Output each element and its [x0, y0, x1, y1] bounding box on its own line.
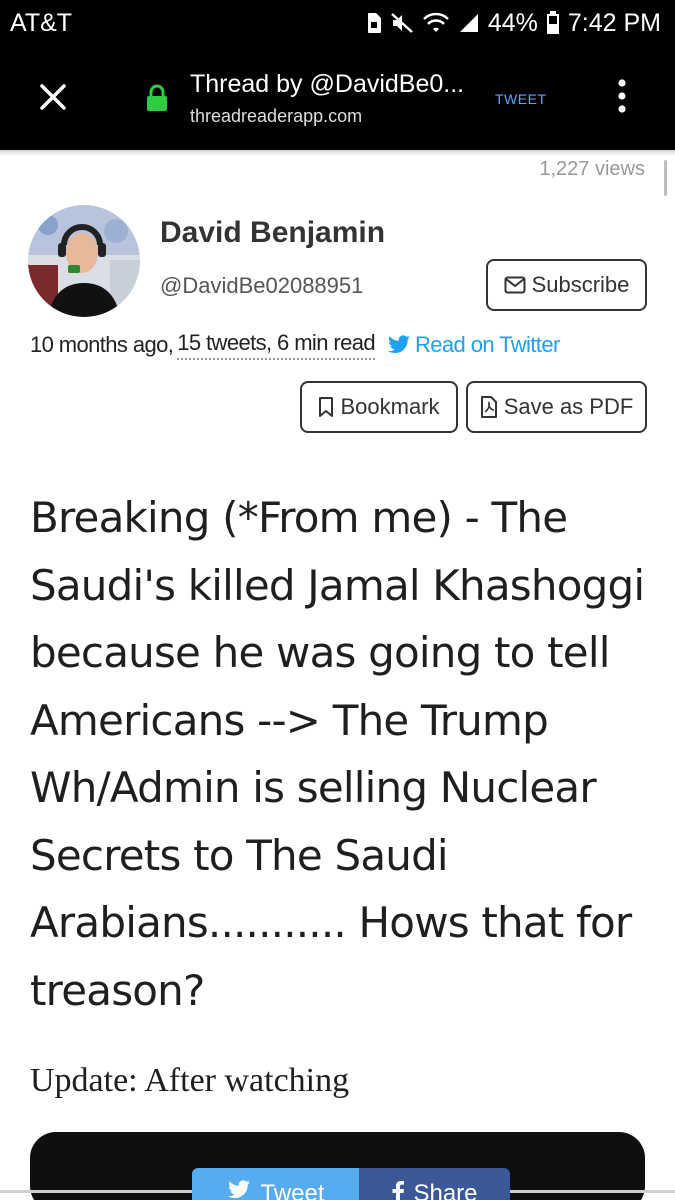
avatar[interactable] — [28, 205, 140, 317]
wifi-icon — [422, 12, 450, 34]
bookmark-label: Bookmark — [340, 394, 440, 419]
save-as-pdf-label: Save as PDF — [503, 394, 634, 419]
twitter-bird-icon — [228, 1180, 251, 1199]
bookmark-icon — [319, 397, 334, 417]
thread-stats: 15 tweets, 6 min read — [177, 330, 376, 360]
mute-icon — [390, 12, 414, 34]
share-facebook-button[interactable]: Share — [359, 1168, 510, 1200]
read-on-twitter-link[interactable]: Read on Twitter — [387, 332, 560, 358]
overflow-menu-button[interactable] — [610, 76, 634, 116]
signal-icon — [458, 12, 480, 34]
read-on-twitter-label: Read on Twitter — [415, 332, 560, 357]
tweet-update: Update: After watching — [30, 1062, 350, 1099]
thread-meta: 10 months ago, 15 tweets, 6 min read Rea… — [30, 330, 560, 360]
more-vertical-icon — [618, 79, 626, 113]
save-as-pdf-button[interactable]: Save as PDF — [466, 381, 647, 433]
sim-icon — [366, 12, 382, 34]
status-bar: AT&T 44% 7:42 PM — [0, 0, 675, 46]
battery-percent: 44% — [487, 8, 538, 37]
page-url[interactable]: threadreaderapp.com — [190, 106, 362, 127]
close-icon — [40, 84, 66, 110]
share-tweet-button[interactable]: Tweet — [192, 1168, 359, 1200]
view-count: 1,227 views — [539, 158, 645, 180]
author-handle[interactable]: @DavidBe02088951 — [160, 273, 363, 299]
clock: 7:42 PM — [567, 8, 661, 37]
lock-icon — [146, 84, 168, 117]
subscribe-label: Subscribe — [531, 272, 630, 297]
pdf-file-icon — [480, 396, 497, 418]
browser-toolbar: Thread by @DavidBe0... threadreaderapp.c… — [0, 46, 675, 150]
share-facebook-label: Share — [413, 1180, 478, 1200]
twitter-bird-icon — [388, 335, 410, 354]
page-title: Thread by @DavidBe0... — [190, 70, 465, 98]
toolbar-shadow — [0, 150, 675, 156]
tweet-action-button[interactable]: TWEET — [495, 91, 547, 107]
author-name[interactable]: David Benjamin — [160, 216, 385, 250]
scrollbar[interactable] — [664, 160, 667, 196]
envelope-icon — [504, 276, 526, 294]
subscribe-button[interactable]: Subscribe — [486, 259, 647, 311]
status-icons: 44% 7:42 PM — [366, 9, 661, 38]
bookmark-button[interactable]: Bookmark — [300, 381, 458, 433]
close-tab-button[interactable] — [34, 78, 72, 116]
carrier-label: AT&T — [10, 8, 73, 37]
tweet-body: Breaking (*From me) - The Saudi's killed… — [30, 493, 645, 1015]
share-tweet-label: Tweet — [260, 1180, 325, 1200]
thread-age: 10 months ago, — [30, 332, 174, 357]
battery-icon — [546, 11, 560, 35]
facebook-icon — [392, 1180, 405, 1200]
